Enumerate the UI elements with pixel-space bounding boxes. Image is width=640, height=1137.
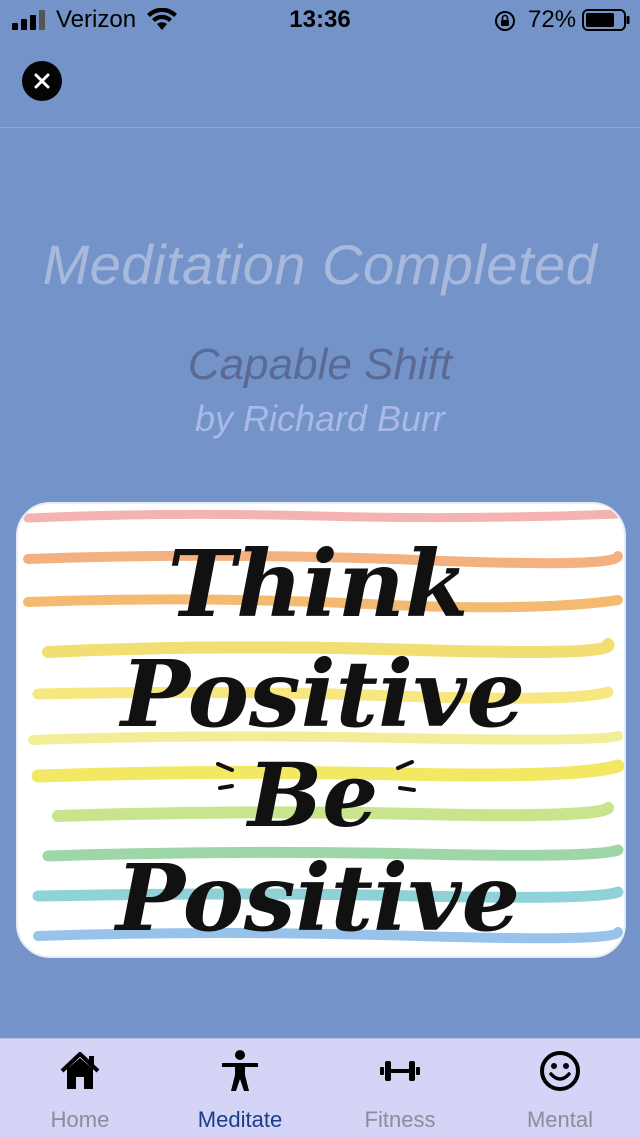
tab-mental-label: Mental <box>526 1107 594 1132</box>
rotation-lock-icon <box>495 11 515 31</box>
artwork-line-think: Think <box>168 530 469 638</box>
artwork-line-be: Be <box>245 743 378 847</box>
track-author: by Richard Burr <box>194 398 446 439</box>
home-icon <box>60 1052 100 1089</box>
battery-percent: 72% <box>528 6 577 33</box>
close-icon <box>34 73 50 89</box>
tab-bar: Home Meditate Fitness Mental <box>0 1038 640 1137</box>
artwork-line-positive-2: Positive <box>113 844 520 952</box>
tab-fitness[interactable]: Fitness <box>320 1039 480 1137</box>
tab-mental[interactable]: Mental <box>480 1039 640 1137</box>
completion-headline: Meditation Completed <box>42 233 598 296</box>
tab-fitness-label: Fitness <box>364 1107 436 1132</box>
tab-meditate[interactable]: Meditate <box>160 1039 320 1137</box>
artwork-line-positive-1: Positive <box>118 640 525 748</box>
smiley-icon <box>540 1051 580 1091</box>
status-bar: Verizon 13:36 72% <box>0 0 640 40</box>
person-icon <box>222 1050 258 1091</box>
artwork-image: Think Positive Be Positive <box>23 509 624 952</box>
tab-meditate-label: Meditate <box>197 1107 283 1132</box>
tab-home-label: Home <box>50 1107 110 1132</box>
meditation-artwork: Think Positive Be Positive <box>16 502 626 958</box>
dumbbell-icon <box>380 1061 420 1081</box>
battery-icon <box>582 9 630 31</box>
close-button[interactable] <box>22 61 62 101</box>
header-divider <box>0 127 640 128</box>
tab-home[interactable]: Home <box>0 1039 160 1137</box>
track-title: Capable Shift <box>187 340 453 389</box>
